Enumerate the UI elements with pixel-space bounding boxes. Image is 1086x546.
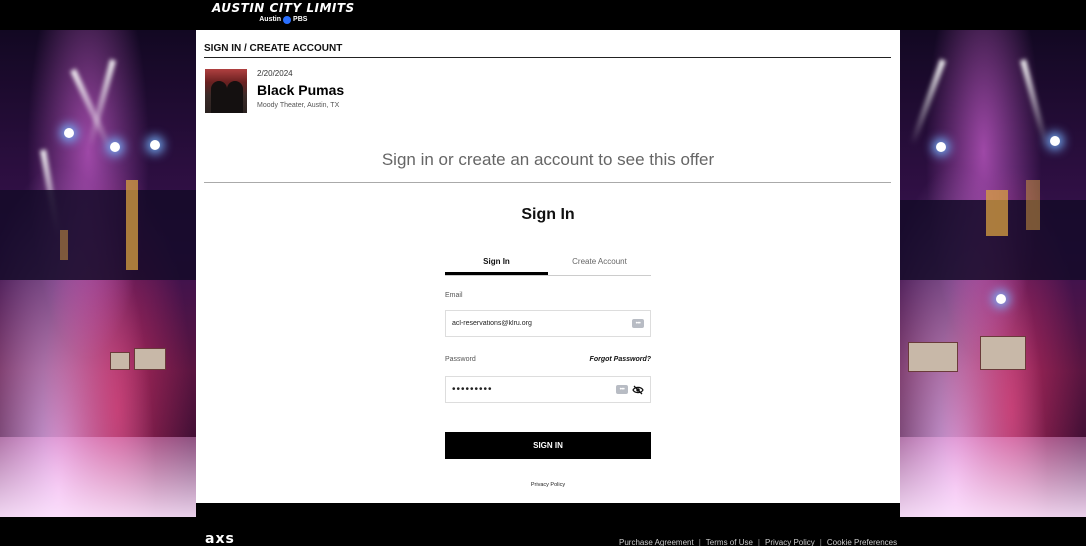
forgot-password-link[interactable]: Forgot Password? bbox=[576, 356, 651, 363]
signin-panel: SIGN IN / CREATE ACCOUNT 2/20/2024 Black… bbox=[196, 30, 900, 503]
password-field[interactable] bbox=[452, 384, 616, 395]
event-name: Black Pumas bbox=[257, 82, 345, 98]
stage-background-right bbox=[900, 30, 1086, 517]
event-date: 2/20/2024 bbox=[257, 69, 293, 78]
offer-title: Sign in or create an account to see this… bbox=[381, 150, 715, 169]
acl-logo-network: PBS bbox=[293, 16, 308, 23]
acl-logo[interactable]: AUSTIN CITY LIMITS Austin PBS bbox=[212, 2, 355, 24]
pbs-icon bbox=[283, 15, 292, 24]
acl-logo-wordmark: AUSTIN CITY LIMITS bbox=[212, 1, 355, 15]
footer-link-terms-of-use[interactable]: Terms of Use bbox=[706, 538, 753, 546]
footer-separator: | bbox=[757, 538, 760, 546]
privacy-policy-link[interactable]: Privacy Policy bbox=[196, 482, 900, 488]
acl-logo-subline: Austin PBS bbox=[212, 15, 355, 24]
footer-separator: | bbox=[698, 538, 701, 546]
panel-header: SIGN IN / CREATE ACCOUNT bbox=[204, 43, 343, 54]
email-field[interactable] bbox=[452, 320, 632, 327]
footer-link-privacy-policy[interactable]: Privacy Policy bbox=[765, 538, 815, 546]
panel-divider bbox=[204, 57, 891, 58]
event-venue: Moody Theater, Austin, TX bbox=[257, 102, 340, 109]
password-label: Password bbox=[445, 356, 476, 363]
tab-sign-in[interactable]: Sign In bbox=[445, 253, 548, 275]
stage-background-left bbox=[0, 30, 196, 517]
event-thumbnail bbox=[205, 69, 247, 113]
password-manager-icon[interactable]: ••• bbox=[616, 385, 628, 394]
acl-logo-city: Austin bbox=[259, 16, 282, 23]
footer-links: Purchase Agreement | Terms of Use | Priv… bbox=[619, 538, 897, 546]
tab-create-account[interactable]: Create Account bbox=[548, 253, 651, 275]
sign-in-button[interactable]: SIGN IN bbox=[445, 432, 651, 459]
eye-slash-icon[interactable] bbox=[632, 385, 644, 395]
footer-separator: | bbox=[819, 538, 822, 546]
email-label: Email bbox=[445, 292, 463, 299]
email-field-wrapper: ••• bbox=[445, 310, 651, 337]
auth-tabs: Sign In Create Account bbox=[445, 253, 651, 276]
footer-link-purchase-agreement[interactable]: Purchase Agreement bbox=[619, 538, 694, 546]
signin-heading: Sign In bbox=[521, 206, 575, 223]
password-manager-icon[interactable]: ••• bbox=[632, 319, 644, 328]
password-field-wrapper: ••• bbox=[445, 376, 651, 403]
axs-logo[interactable]: axs bbox=[205, 531, 235, 546]
footer-link-cookie-preferences[interactable]: Cookie Preferences bbox=[827, 538, 897, 546]
offer-divider bbox=[204, 182, 891, 183]
